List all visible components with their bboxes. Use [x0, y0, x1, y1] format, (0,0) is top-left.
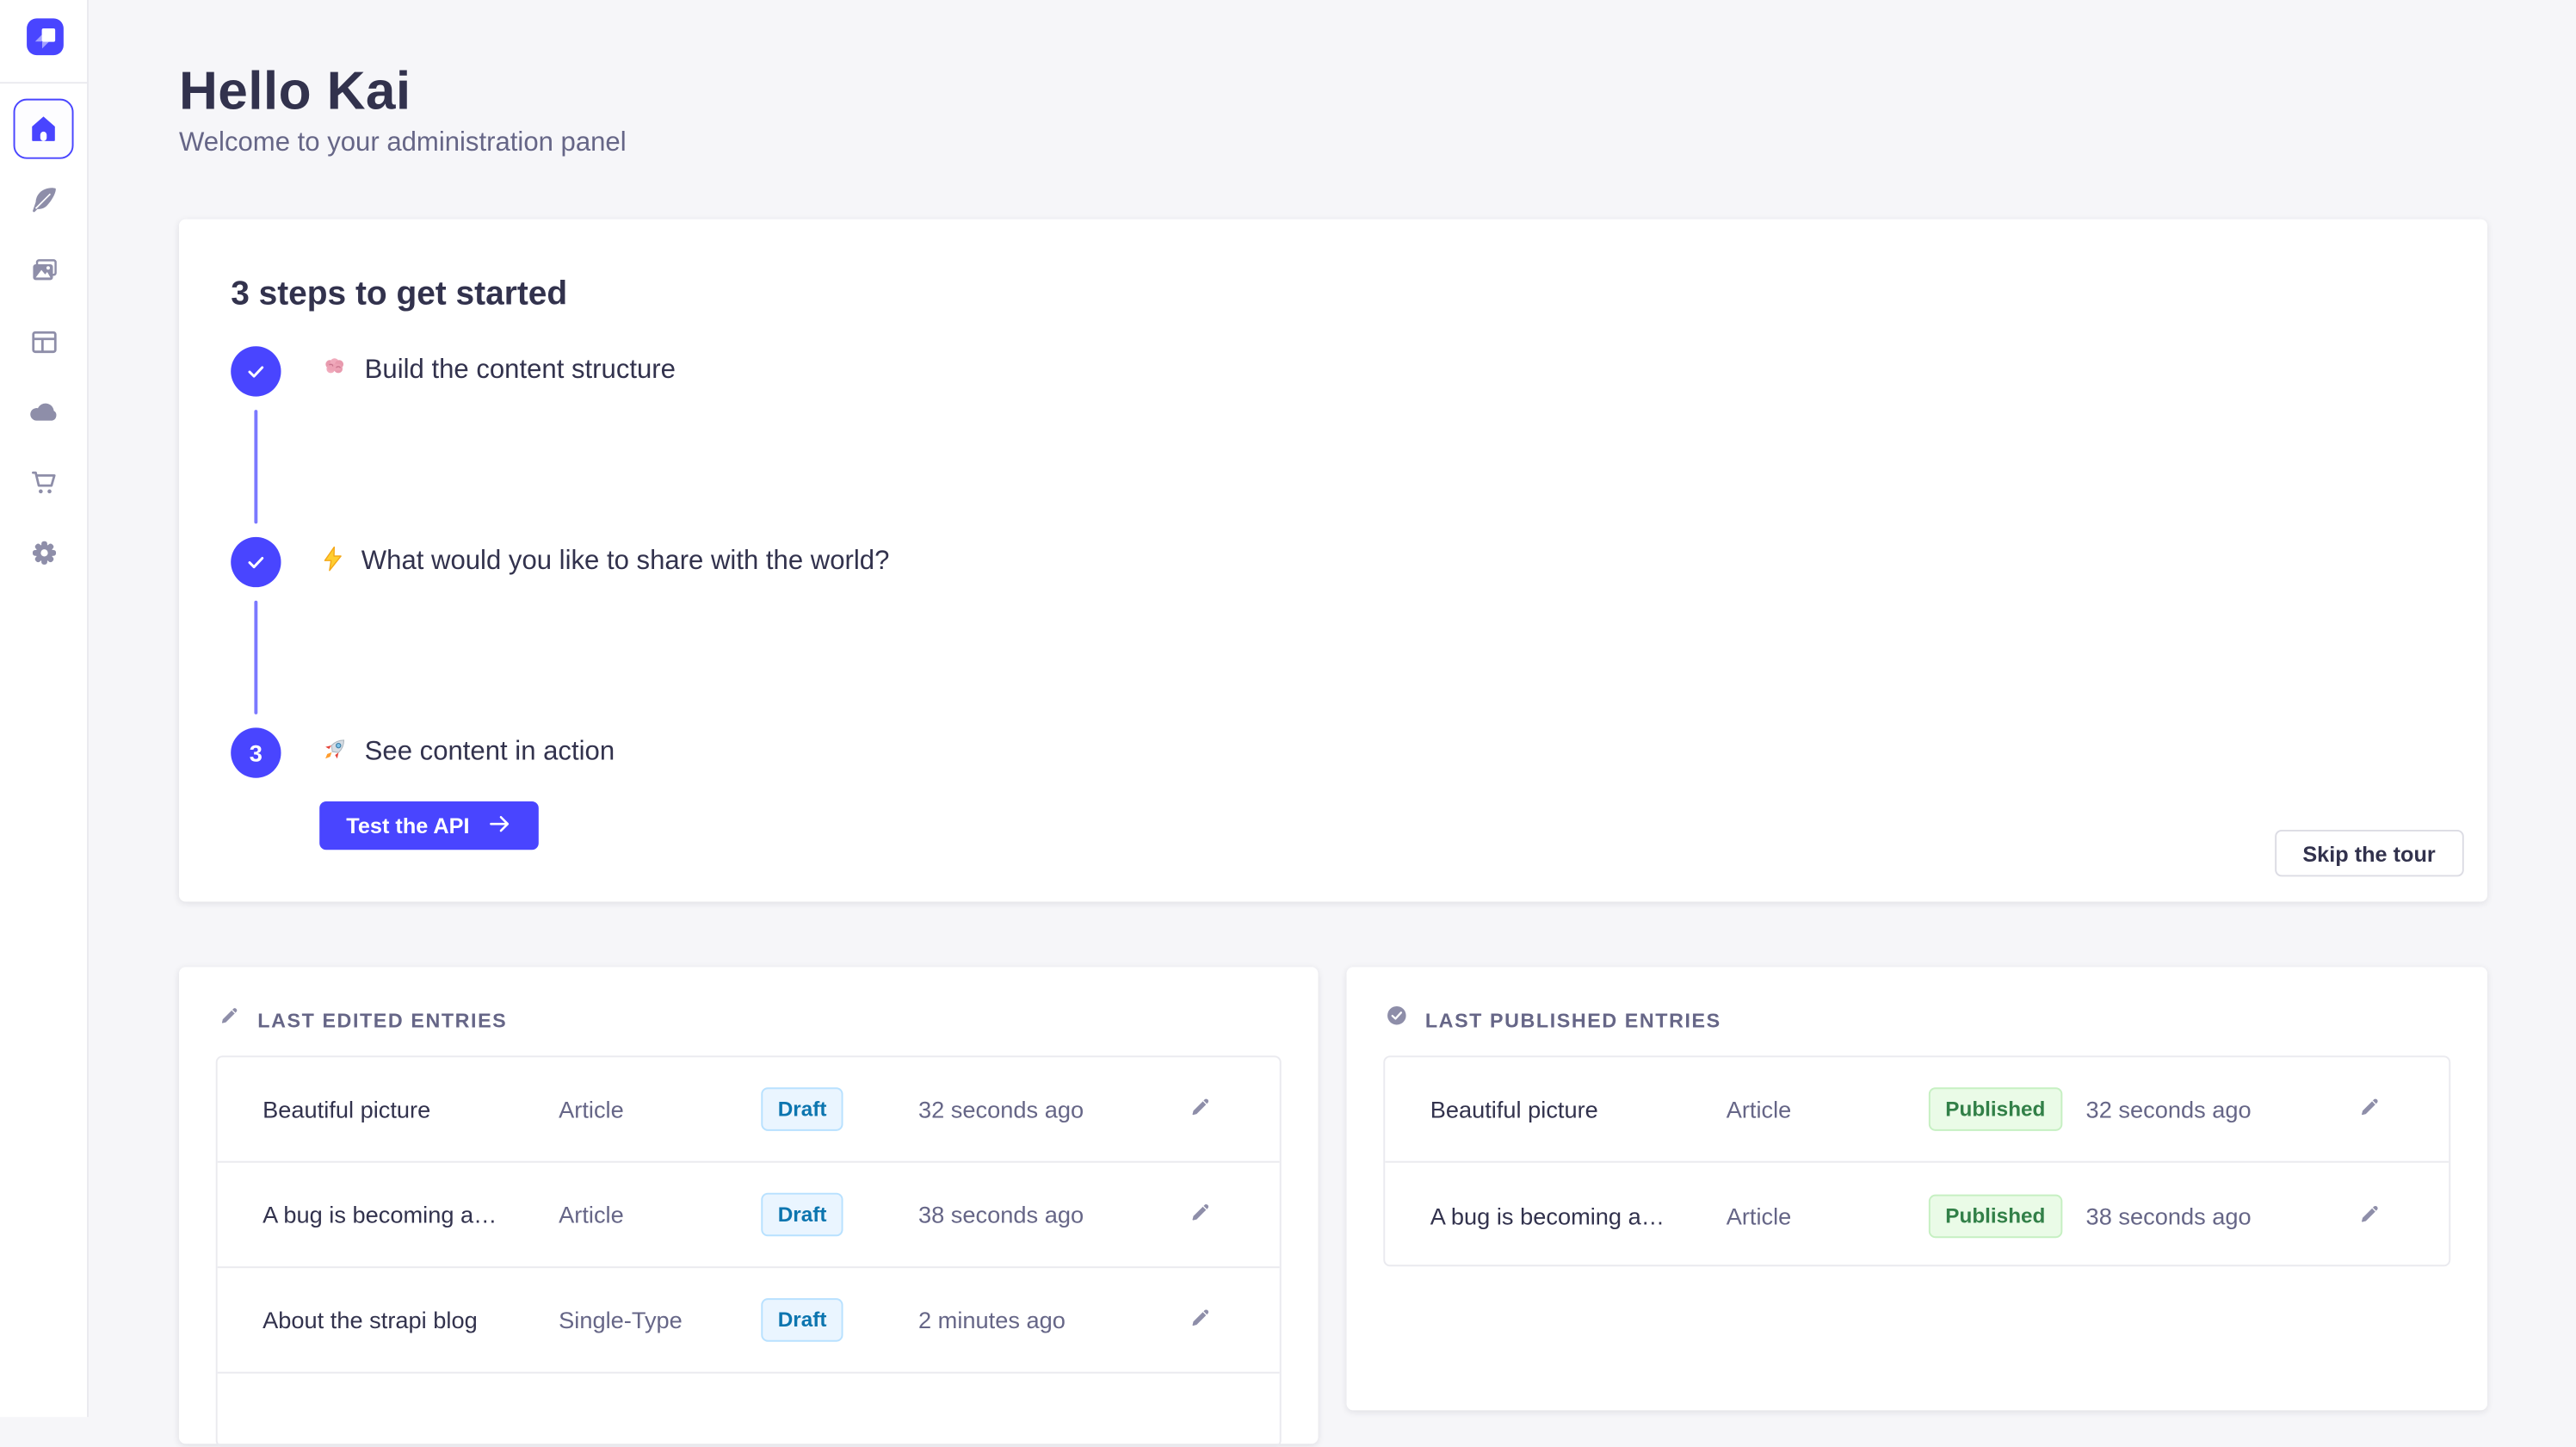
status-badge: Published — [1929, 1087, 2062, 1131]
last-edited-table: Beautiful picture Article Draft 32 secon… — [216, 1055, 1282, 1447]
entry-time: 32 seconds ago — [2086, 1096, 2349, 1122]
step-1-check-circle — [231, 346, 281, 396]
sidebar-item-marketplace[interactable] — [14, 452, 74, 512]
pencil-icon — [2356, 1200, 2381, 1230]
edit-entry-button[interactable] — [1179, 1300, 1220, 1340]
sidebar-item-home[interactable] — [14, 99, 74, 159]
main-sidebar — [0, 0, 89, 1417]
step-2-check-circle — [231, 537, 281, 587]
lightning-emoji — [319, 545, 346, 580]
cta-row: Test the API — [319, 801, 2436, 850]
step-1-label: Build the content structure — [319, 352, 676, 391]
step-1-text: Build the content structure — [365, 356, 676, 386]
table-row: Beautiful picture Article Draft 32 secon… — [218, 1057, 1280, 1162]
strapi-logo — [27, 18, 64, 55]
entry-title: A bug is becoming a… — [1430, 1202, 1727, 1228]
step-connector — [254, 601, 257, 714]
last-published-panel: LAST PUBLISHED ENTRIES Beautiful picture… — [1347, 967, 2487, 1410]
entry-type: Article — [1727, 1096, 1929, 1122]
last-published-header: LAST PUBLISHED ENTRIES — [1385, 1004, 1721, 1036]
test-api-button[interactable]: Test the API — [319, 801, 538, 850]
entry-type: Single-Type — [559, 1307, 761, 1333]
edit-entry-button[interactable] — [1179, 1089, 1220, 1129]
status-badge: Draft — [761, 1298, 843, 1342]
entry-time: 38 seconds ago — [918, 1201, 1179, 1227]
onboarding-step-3: 3 See content in action — [231, 727, 2436, 777]
entry-time: 32 seconds ago — [918, 1096, 1179, 1122]
table-row: Beautiful picture Article Published 32 s… — [1385, 1057, 2449, 1162]
marketplace-cart-icon — [28, 466, 59, 498]
last-published-title: LAST PUBLISHED ENTRIES — [1425, 1008, 1721, 1031]
last-edited-panel: LAST EDITED ENTRIES Beautiful picture Ar… — [179, 967, 1319, 1444]
brain-emoji — [319, 352, 349, 391]
test-api-label: Test the API — [346, 813, 469, 838]
sidebar-item-content-type-builder[interactable] — [14, 311, 74, 371]
media-library-icon — [28, 253, 59, 285]
rocket-emoji — [319, 733, 349, 772]
pencil-icon — [1187, 1305, 1212, 1335]
last-published-table: Beautiful picture Article Published 32 s… — [1383, 1055, 2450, 1266]
pencil-icon — [1187, 1094, 1212, 1124]
step-connector — [254, 410, 257, 523]
onboarding-title: 3 steps to get started — [231, 276, 2436, 315]
sidebar-item-media-library[interactable] — [14, 239, 74, 300]
cloud-icon — [27, 395, 60, 429]
entry-title: Beautiful picture — [1430, 1096, 1727, 1122]
step-2-text: What would you like to share with the wo… — [361, 547, 890, 578]
entry-title: About the strapi blog — [263, 1307, 559, 1333]
table-row: A bug is becoming a… Article Published 3… — [1385, 1163, 2449, 1266]
logo-section — [0, 0, 89, 83]
table-row: A bug is becoming a… Article Draft 38 se… — [218, 1163, 1280, 1268]
main-content: Hello Kai Welcome to your administration… — [179, 0, 2487, 1417]
table-row: About the strapi blog Single-Type Draft … — [218, 1268, 1280, 1373]
last-edited-header: LAST EDITED ENTRIES — [218, 1004, 508, 1036]
pencil-icon — [1187, 1199, 1212, 1229]
entry-type: Article — [1727, 1202, 1929, 1228]
check-icon — [244, 360, 268, 383]
entry-title: A bug is becoming a… — [263, 1201, 559, 1227]
content-type-builder-icon — [28, 325, 59, 357]
entry-time: 2 minutes ago — [918, 1307, 1179, 1333]
sidebar-item-cloud[interactable] — [14, 381, 74, 442]
step-3-number: 3 — [231, 727, 281, 777]
pencil-icon — [218, 1004, 241, 1036]
entry-time: 38 seconds ago — [2086, 1202, 2349, 1228]
page-subtitle: Welcome to your administration panel — [179, 129, 627, 159]
onboarding-step-1: Build the content structure — [231, 346, 2436, 396]
status-badge: Published — [1929, 1194, 2062, 1238]
entry-type: Article — [559, 1096, 761, 1122]
feather-pen-icon — [28, 183, 59, 215]
sidebar-item-settings[interactable] — [14, 522, 74, 582]
onboarding-card: 3 steps to get started Build — [179, 220, 2487, 902]
status-badge: Draft — [761, 1087, 843, 1131]
edit-entry-button[interactable] — [1179, 1195, 1220, 1235]
page-title: Hello Kai — [179, 60, 411, 122]
skip-tour-button[interactable]: Skip the tour — [2274, 830, 2463, 876]
entry-title: Beautiful picture — [263, 1096, 559, 1122]
check-circle-icon — [1385, 1004, 1408, 1036]
step-3-label: See content in action — [319, 733, 615, 772]
last-edited-title: LAST EDITED ENTRIES — [257, 1008, 507, 1031]
onboarding-step-2: What would you like to share with the wo… — [231, 537, 2436, 587]
arrow-right-icon — [486, 811, 511, 841]
entry-type: Article — [559, 1201, 761, 1227]
edit-entry-button[interactable] — [2349, 1196, 2389, 1236]
settings-gear-icon — [28, 536, 59, 568]
step-2-label: What would you like to share with the wo… — [319, 545, 889, 580]
sidebar-item-content-manager[interactable] — [14, 169, 74, 229]
home-icon — [27, 112, 60, 145]
pencil-icon — [2356, 1094, 2381, 1124]
check-icon — [244, 550, 268, 573]
step-3-text: See content in action — [365, 738, 615, 768]
status-badge: Draft — [761, 1193, 843, 1237]
edit-entry-button[interactable] — [2349, 1089, 2389, 1129]
